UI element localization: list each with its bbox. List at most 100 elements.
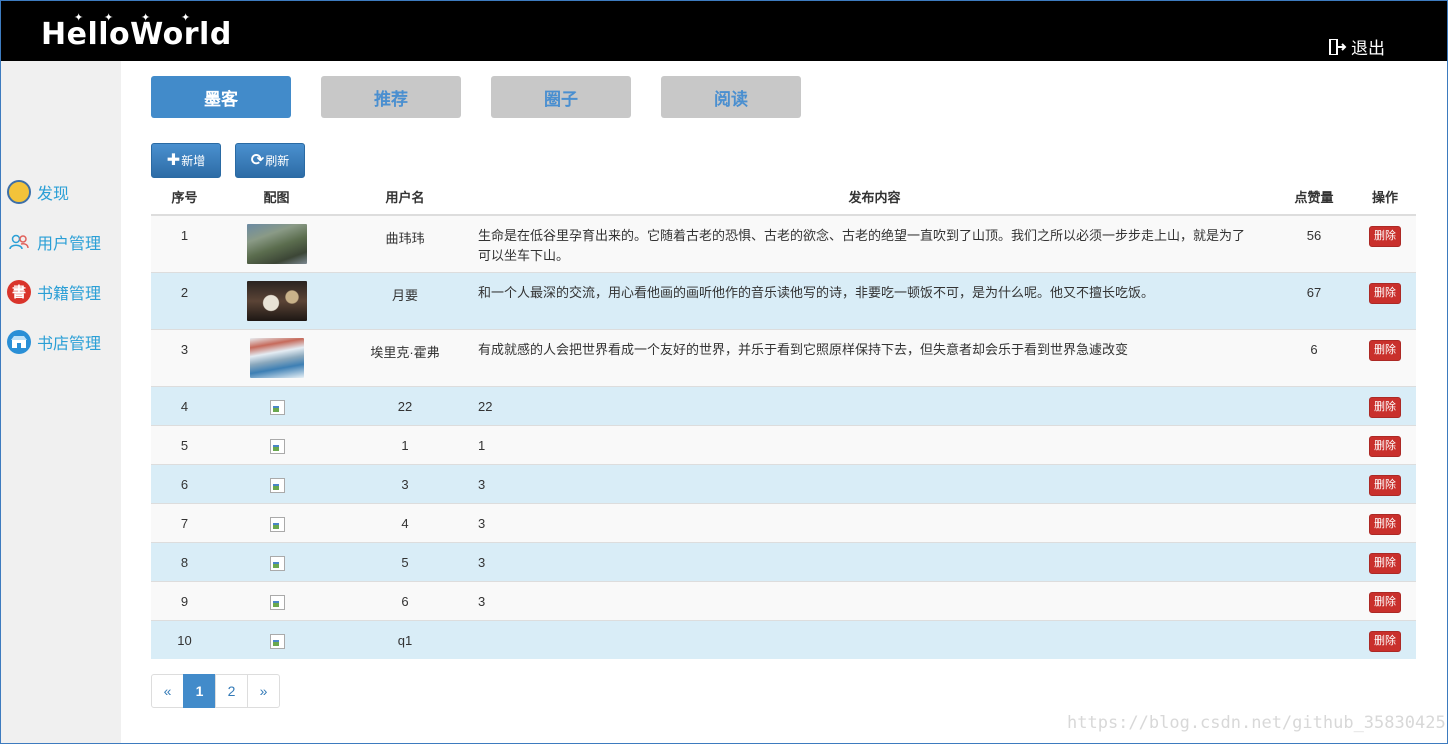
delete-button[interactable]: 删除 (1369, 435, 1401, 457)
cell-seq: 9 (151, 580, 218, 620)
cell-likes (1274, 541, 1354, 581)
cell-image (218, 502, 335, 542)
sidebar-item-user-management[interactable]: 用户管理 (7, 230, 101, 254)
cell-likes (1274, 424, 1354, 464)
cell-image (218, 541, 335, 581)
users-icon (7, 230, 31, 254)
watermark: https://blog.csdn.net/github_35830425 (1067, 713, 1446, 733)
tab-circle[interactable]: 圈子 (491, 76, 631, 118)
logout-button[interactable]: 退出 (1327, 34, 1385, 59)
delete-button[interactable]: 删除 (1369, 630, 1401, 652)
sidebar-item-label: 用户管理 (37, 236, 102, 253)
store-icon (7, 330, 31, 354)
table-row: 9 6 3 删除 (151, 580, 1416, 620)
broken-image-icon (269, 594, 285, 610)
refresh-button-label: 刷新 (265, 154, 290, 168)
broken-image-icon (269, 477, 285, 493)
cell-content: 3 (475, 463, 1274, 503)
cell-content: 有成就感的人会把世界看成一个友好的世界，并乐于看到它照原样保持下去，但失意者却会… (475, 328, 1274, 386)
table-row: 2 月要 和一个人最深的交流，用心看他画的画听他作的音乐读他写的诗，非要吃一顿饭不可… (151, 271, 1416, 329)
add-button[interactable]: ✚ 新增 (151, 143, 221, 178)
column-header-likes[interactable]: 点赞量 (1274, 178, 1354, 216)
book-icon: 書 (7, 280, 31, 304)
column-header-seq[interactable]: 序号 (151, 178, 218, 216)
sidebar-item-discover[interactable]: 发现 (7, 180, 69, 204)
table-row: 3 埃里克·霍弗 有成就感的人会把世界看成一个友好的世界，并乐于看到它照原样保持下去… (151, 328, 1416, 386)
cell-likes: 67 (1274, 271, 1354, 329)
cell-likes: 56 (1274, 214, 1354, 272)
cell-actions: 删除 (1354, 463, 1416, 503)
broken-image-icon (269, 633, 285, 649)
cell-actions: 删除 (1354, 385, 1416, 425)
sidebar-item-book-management[interactable]: 書 书籍管理 (7, 280, 101, 304)
column-header-image[interactable]: 配图 (218, 178, 335, 216)
delete-button[interactable]: 删除 (1369, 591, 1401, 613)
plus-icon: ✚ (166, 151, 181, 169)
cell-content (475, 619, 1274, 659)
column-header-actions[interactable]: 操作 (1354, 178, 1416, 216)
column-header-username[interactable]: 用户名 (335, 178, 475, 216)
table-row: 5 1 1 删除 (151, 424, 1416, 464)
cell-seq: 10 (151, 619, 218, 659)
cell-username: 6 (335, 580, 475, 620)
tab-recommend[interactable]: 推荐 (321, 76, 461, 118)
column-header-content[interactable]: 发布内容 (475, 178, 1274, 216)
cell-seq: 7 (151, 502, 218, 542)
cell-image (218, 619, 335, 659)
pagination-next[interactable]: » (247, 674, 280, 708)
broken-image-icon (269, 516, 285, 532)
cell-image (218, 385, 335, 425)
cell-image (218, 580, 335, 620)
cell-likes (1274, 385, 1354, 425)
cell-content: 和一个人最深的交流，用心看他画的画听他作的音乐读他写的诗，非要吃一顿饭不可，是为… (475, 271, 1274, 329)
cell-likes (1274, 502, 1354, 542)
delete-button[interactable]: 删除 (1369, 474, 1401, 496)
cell-actions: 删除 (1354, 502, 1416, 542)
posts-table: 序号 配图 用户名 发布内容 点赞量 操作 1 曲玮玮 生命是在低谷里孕育出来的。它… (151, 178, 1416, 659)
delete-button[interactable]: 删除 (1369, 339, 1401, 361)
cell-username: 1 (335, 424, 475, 464)
delete-button[interactable]: 删除 (1369, 226, 1401, 247)
cell-image (218, 424, 335, 464)
cell-actions: 删除 (1354, 271, 1416, 329)
logo-text: HelloWorld (41, 17, 232, 52)
cell-likes: 6 (1274, 328, 1354, 386)
cell-seq: 3 (151, 328, 218, 386)
pagination-prev[interactable]: « (151, 674, 184, 708)
delete-button[interactable]: 删除 (1369, 552, 1401, 574)
sidebar: 发现 用户管理 書 书籍管理 书店管理 (1, 61, 121, 743)
cell-username: 埃里克·霍弗 (335, 328, 475, 386)
table-row: 7 4 3 删除 (151, 502, 1416, 542)
sidebar-item-label: 书籍管理 (37, 286, 102, 303)
cell-image (218, 328, 335, 386)
table-row: 4 22 22 删除 (151, 385, 1416, 425)
pagination: « 1 2 » (151, 674, 280, 708)
refresh-icon: ⟳ (250, 151, 265, 169)
cell-likes (1274, 619, 1354, 659)
pagination-page-1[interactable]: 1 (183, 674, 216, 708)
cell-username: 22 (335, 385, 475, 425)
refresh-button[interactable]: ⟳ 刷新 (235, 143, 305, 178)
cell-content: 3 (475, 502, 1274, 542)
tab-reading[interactable]: 阅读 (661, 76, 801, 118)
cell-username: 月要 (335, 271, 475, 329)
compass-icon (7, 180, 31, 204)
cell-seq: 5 (151, 424, 218, 464)
delete-button[interactable]: 删除 (1369, 282, 1401, 304)
pagination-page-2[interactable]: 2 (215, 674, 248, 708)
cell-username: 曲玮玮 (335, 214, 475, 272)
cell-likes (1274, 580, 1354, 620)
cell-content: 3 (475, 580, 1274, 620)
cell-username: 5 (335, 541, 475, 581)
tab-moke[interactable]: 墨客 (151, 76, 291, 118)
delete-button[interactable]: 删除 (1369, 396, 1401, 418)
logo-sparkle-icon: ✦ (74, 12, 84, 24)
post-thumbnail (246, 280, 307, 321)
sidebar-item-label: 书店管理 (37, 336, 102, 353)
cell-actions: 删除 (1354, 541, 1416, 581)
delete-button[interactable]: 删除 (1369, 513, 1401, 535)
cell-actions: 删除 (1354, 619, 1416, 659)
table-row: 6 3 3 删除 (151, 463, 1416, 503)
cell-content: 3 (475, 541, 1274, 581)
sidebar-item-store-management[interactable]: 书店管理 (7, 330, 101, 354)
